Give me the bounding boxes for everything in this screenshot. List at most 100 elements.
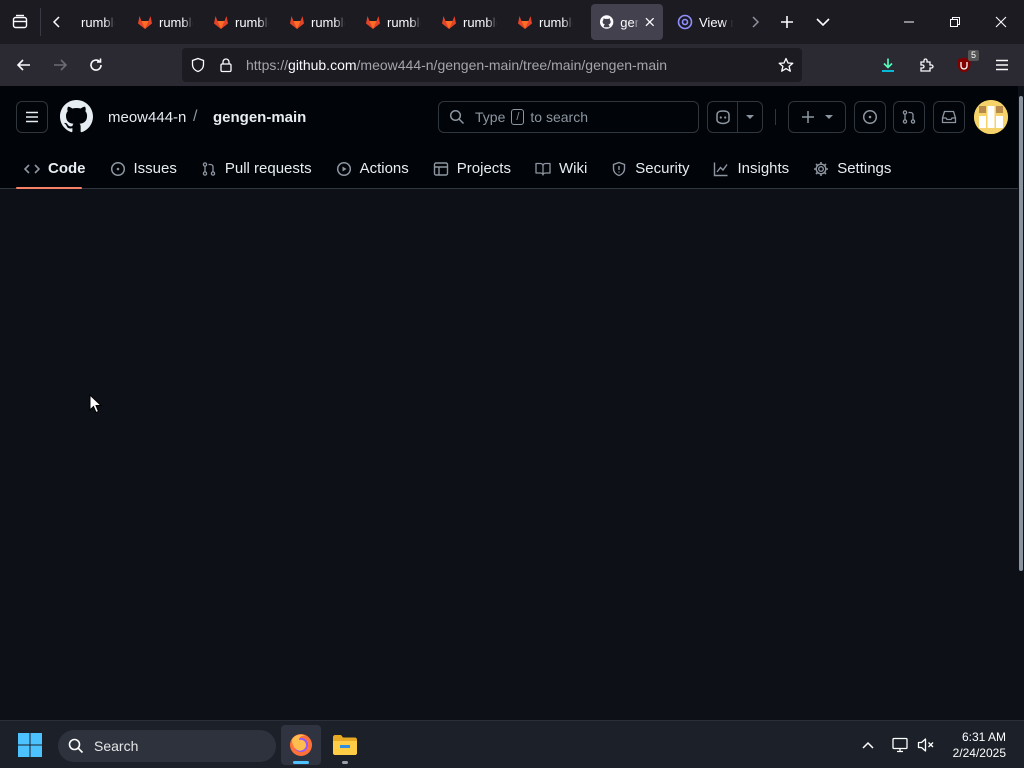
taskbar-file-explorer-button[interactable] bbox=[325, 725, 365, 765]
three-bars-icon bbox=[26, 111, 38, 123]
your-issues-button[interactable] bbox=[854, 101, 886, 133]
tab-pull-requests[interactable]: Pull requests bbox=[189, 148, 324, 189]
gitlab-icon bbox=[290, 16, 304, 29]
pull-request-icon bbox=[902, 110, 916, 124]
star-bookmark-icon[interactable] bbox=[778, 57, 794, 73]
clock-date: 2/24/2025 bbox=[952, 746, 1006, 760]
address-bar[interactable]: https://github.com/meow444-n/gengen-main… bbox=[182, 48, 802, 82]
tab-actions[interactable]: Actions bbox=[324, 148, 421, 189]
taskbar-running-indicator bbox=[342, 761, 348, 764]
github-repo-header: meow444-n / gengen-main Type / to search bbox=[0, 86, 1018, 189]
start-button[interactable] bbox=[16, 731, 44, 759]
chevron-up-icon bbox=[862, 741, 874, 749]
reload-button[interactable] bbox=[78, 49, 114, 81]
folder-icon bbox=[333, 735, 357, 755]
inbox-button[interactable] bbox=[933, 101, 965, 133]
forward-button[interactable] bbox=[42, 49, 78, 81]
page-scrollbar[interactable] bbox=[1018, 86, 1024, 720]
list-all-tabs-button[interactable] bbox=[805, 4, 841, 40]
show-hidden-icons-button[interactable] bbox=[858, 735, 878, 755]
url-path: /meow444-n/gengen-main/tree/main/gengen-… bbox=[356, 57, 668, 73]
github-icon bbox=[599, 15, 614, 29]
close-tab-icon[interactable] bbox=[645, 17, 655, 27]
firefox-view-icon bbox=[12, 14, 28, 29]
gear-icon bbox=[814, 161, 829, 176]
tracking-protection-shield-icon[interactable] bbox=[190, 57, 206, 73]
tab-scroll-right-button[interactable] bbox=[741, 4, 769, 40]
tab-label: Actions bbox=[359, 160, 409, 177]
downloads-button[interactable] bbox=[870, 49, 906, 81]
minimize-button[interactable] bbox=[886, 0, 932, 44]
github-logo[interactable] bbox=[60, 100, 93, 133]
copilot-button[interactable] bbox=[708, 109, 737, 125]
browser-tab[interactable]: rumble bbox=[129, 4, 205, 40]
pull-request-icon bbox=[202, 161, 216, 176]
header-divider bbox=[775, 109, 776, 125]
repo-navigation-tabs: Code Issues Pull requests Actions Projec… bbox=[0, 148, 903, 189]
new-tab-button[interactable] bbox=[769, 4, 805, 40]
taskbar-search-box[interactable]: Search bbox=[58, 730, 276, 762]
tab-projects[interactable]: Projects bbox=[421, 148, 523, 189]
restore-button[interactable] bbox=[932, 0, 978, 44]
tab-strip-separator bbox=[40, 8, 41, 36]
browser-tab[interactable]: rumble bbox=[281, 4, 357, 40]
chevron-left-icon bbox=[52, 16, 60, 28]
taskbar-clock[interactable]: 6:31 AM 2/24/2025 bbox=[953, 729, 1006, 761]
firefox-icon bbox=[290, 734, 312, 756]
browser-tab-active[interactable]: gen bbox=[591, 4, 663, 40]
repo-owner-link[interactable]: meow444-n bbox=[108, 109, 186, 126]
browser-tab[interactable]: rumble bbox=[205, 4, 281, 40]
browser-tab-label: View r bbox=[699, 14, 733, 30]
play-icon bbox=[336, 161, 351, 176]
tab-insights[interactable]: Insights bbox=[701, 148, 801, 189]
browser-tab[interactable]: rumble bbox=[509, 4, 585, 40]
copilot-icon bbox=[715, 110, 730, 125]
download-icon bbox=[882, 58, 894, 72]
tab-issues[interactable]: Issues bbox=[98, 148, 189, 189]
network-status-button[interactable] bbox=[890, 735, 910, 755]
tab-scroll-left-button[interactable] bbox=[43, 4, 71, 40]
chevron-down-icon bbox=[816, 18, 830, 27]
github-mark-icon bbox=[60, 100, 93, 133]
table-icon bbox=[433, 161, 448, 176]
browser-tab-label: rumble bbox=[311, 14, 345, 30]
gitlab-icon bbox=[366, 16, 380, 29]
tab-security[interactable]: Security bbox=[599, 148, 701, 189]
browser-tab[interactable]: rumble bbox=[357, 4, 433, 40]
scrollbar-thumb[interactable] bbox=[1019, 96, 1023, 571]
close-window-button[interactable] bbox=[978, 0, 1024, 44]
global-nav-menu-button[interactable] bbox=[16, 101, 48, 133]
tab-code[interactable]: Code bbox=[0, 148, 98, 189]
create-new-button[interactable] bbox=[788, 101, 846, 133]
user-avatar[interactable] bbox=[974, 100, 1008, 134]
extensions-button[interactable] bbox=[908, 49, 944, 81]
volume-button[interactable] bbox=[916, 735, 936, 755]
browser-tab-label: rumble bbox=[159, 14, 193, 30]
search-icon bbox=[68, 738, 84, 754]
tab-label: Settings bbox=[837, 160, 892, 177]
app-menu-button[interactable] bbox=[984, 49, 1020, 81]
lock-icon[interactable] bbox=[218, 57, 234, 73]
your-pull-requests-button[interactable] bbox=[893, 101, 925, 133]
tab-wiki[interactable]: Wiki bbox=[523, 148, 599, 189]
search-input[interactable]: Type / to search bbox=[438, 101, 699, 133]
firefox-view-button[interactable] bbox=[2, 4, 38, 40]
code-icon bbox=[24, 163, 40, 174]
browser-tab[interactable]: rumble bbox=[71, 4, 129, 40]
repo-name-link[interactable]: gengen-main bbox=[213, 109, 306, 126]
taskbar-search-label: Search bbox=[94, 738, 139, 754]
browser-navigation-bar: https://github.com/meow444-n/gengen-main… bbox=[0, 44, 1024, 86]
browser-tab[interactable]: rumble bbox=[433, 4, 509, 40]
browser-tab[interactable]: View r bbox=[669, 4, 741, 40]
browser-tab-label: rumble bbox=[463, 14, 497, 30]
taskbar-firefox-button[interactable] bbox=[281, 725, 321, 765]
gitlab-icon bbox=[138, 16, 152, 29]
arrow-left-icon bbox=[16, 59, 30, 71]
ublock-extension-button[interactable]: 5 bbox=[946, 49, 982, 81]
copilot-dropdown-button[interactable] bbox=[738, 114, 762, 120]
gitlab-icon bbox=[214, 16, 228, 29]
browser-tab-strip: rumble rumble rumble rumble rumble rumbl… bbox=[0, 0, 1024, 44]
repo-content-area bbox=[0, 189, 1018, 720]
back-button[interactable] bbox=[6, 49, 42, 81]
tab-settings[interactable]: Settings bbox=[801, 148, 903, 189]
